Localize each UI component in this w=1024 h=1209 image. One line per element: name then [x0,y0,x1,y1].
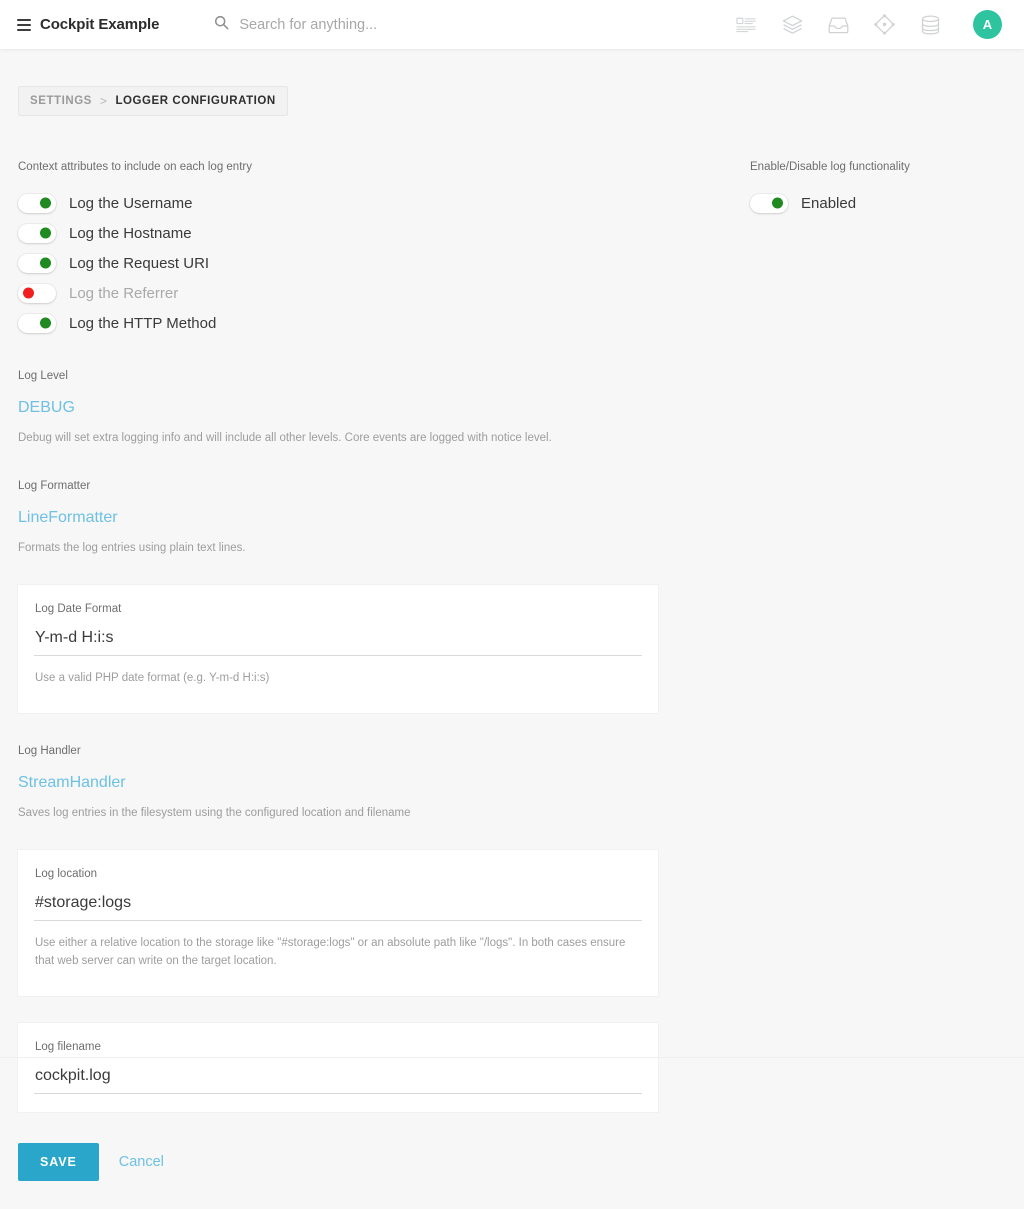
toggle-label-log-referrer: Log the Referrer [69,284,179,302]
log-location-card: Log location Use either a relative locat… [18,849,658,997]
form-actions: SAVE Cancel [18,1143,658,1209]
log-formatter-select[interactable]: LineFormatter [18,509,658,527]
search-icon [214,15,229,35]
log-location-input[interactable] [34,884,642,921]
search-input[interactable] [239,16,620,33]
log-date-format-input[interactable] [34,619,642,656]
layers-icon[interactable] [779,12,805,38]
toggle-row-log-referrer[interactable]: Log the Referrer [18,278,658,308]
log-date-format-label: Log Date Format [35,602,122,615]
toggle-switch-log-username[interactable] [18,193,56,213]
log-location-label: Log location [35,867,98,880]
toggle-row-log-request-uri[interactable]: Log the Request URI [18,248,658,278]
settings-side-column: Enable/Disable log functionality Enabled [750,159,910,1209]
log-level-select[interactable]: DEBUG [18,399,658,417]
footer-divider [0,1057,1024,1058]
toggle-row-log-hostname[interactable]: Log the Hostname [18,218,658,248]
toggle-label-enabled: Enabled [801,194,857,212]
content-container: SETTINGS > LOGGER CONFIGURATION Context … [0,49,1024,1209]
page-body: SETTINGS > LOGGER CONFIGURATION Context … [0,49,1024,1182]
log-handler-label: Log Handler [18,745,81,758]
save-button[interactable]: SAVE [18,1143,99,1182]
toggle-row-log-username[interactable]: Log the Username [18,188,658,218]
brand-area[interactable]: Cockpit Example [17,16,159,33]
toggle-row-log-http-method[interactable]: Log the HTTP Method [18,308,658,338]
toggle-label-log-username: Log the Username [69,194,193,212]
log-level-label: Log Level [18,370,68,383]
breadcrumb: SETTINGS > LOGGER CONFIGURATION [18,86,288,116]
settings-main-column: Context attributes to include on each lo… [18,159,658,1209]
node-icon[interactable] [871,12,897,38]
log-level-field: Log Level DEBUG Debug will set extra log… [18,368,658,448]
toggle-label-log-request-uri: Log the Request URI [69,254,210,272]
breadcrumb-separator-icon: > [99,94,108,108]
log-handler-help: Saves log entries in the filesystem usin… [18,807,411,820]
log-level-help: Debug will set extra logging info and wi… [18,432,552,445]
log-filename-input[interactable] [34,1058,642,1095]
search-area[interactable] [214,15,620,35]
toggle-switch-log-request-uri[interactable] [18,253,56,273]
toggle-label-log-http-method: Log the HTTP Method [69,314,217,332]
log-formatter-help: Formats the log entries using plain text… [18,542,246,555]
settings-columns: Context attributes to include on each lo… [18,159,1006,1209]
content-icon[interactable] [733,12,759,38]
toggle-switch-enabled[interactable] [750,193,788,213]
toggle-switch-log-hostname[interactable] [18,223,56,243]
log-filename-label: Log filename [35,1041,101,1054]
top-icon-group: A [733,10,1002,39]
toggle-row-enabled[interactable]: Enabled [750,188,910,218]
toggle-switch-log-http-method[interactable] [18,313,56,333]
cancel-button[interactable]: Cancel [113,1150,170,1174]
log-date-format-help: Use a valid PHP date format (e.g. Y-m-d … [35,671,270,684]
enable-log-label: Enable/Disable log functionality [750,161,910,173]
breadcrumb-current: LOGGER CONFIGURATION [115,95,276,107]
context-attributes-label: Context attributes to include on each lo… [18,161,252,173]
toggle-label-log-hostname: Log the Hostname [69,224,192,242]
avatar[interactable]: A [973,10,1002,39]
log-date-format-card: Log Date Format Use a valid PHP date for… [18,584,658,714]
log-handler-field: Log Handler StreamHandler Saves log entr… [18,743,658,823]
breadcrumb-settings[interactable]: SETTINGS [30,95,92,107]
brand-title[interactable]: Cockpit Example [40,16,159,33]
context-attributes-toggle-list: Log the Username Log the Hostname Log th… [18,188,658,338]
log-handler-select[interactable]: StreamHandler [18,774,658,792]
top-navigation-bar: Cockpit Example Search for anything... A [0,0,1024,49]
inbox-icon[interactable] [825,12,851,38]
log-location-help: Use either a relative location to the st… [35,936,626,968]
log-formatter-field: Log Formatter LineFormatter Formats the … [18,478,658,558]
log-formatter-label: Log Formatter [18,480,91,492]
enable-log-toggle-list: Enabled [750,188,910,218]
toggle-switch-log-referrer[interactable] [18,283,56,303]
database-icon[interactable] [917,12,943,38]
hamburger-icon[interactable] [17,18,31,31]
log-filename-card: Log filename [18,1023,658,1113]
